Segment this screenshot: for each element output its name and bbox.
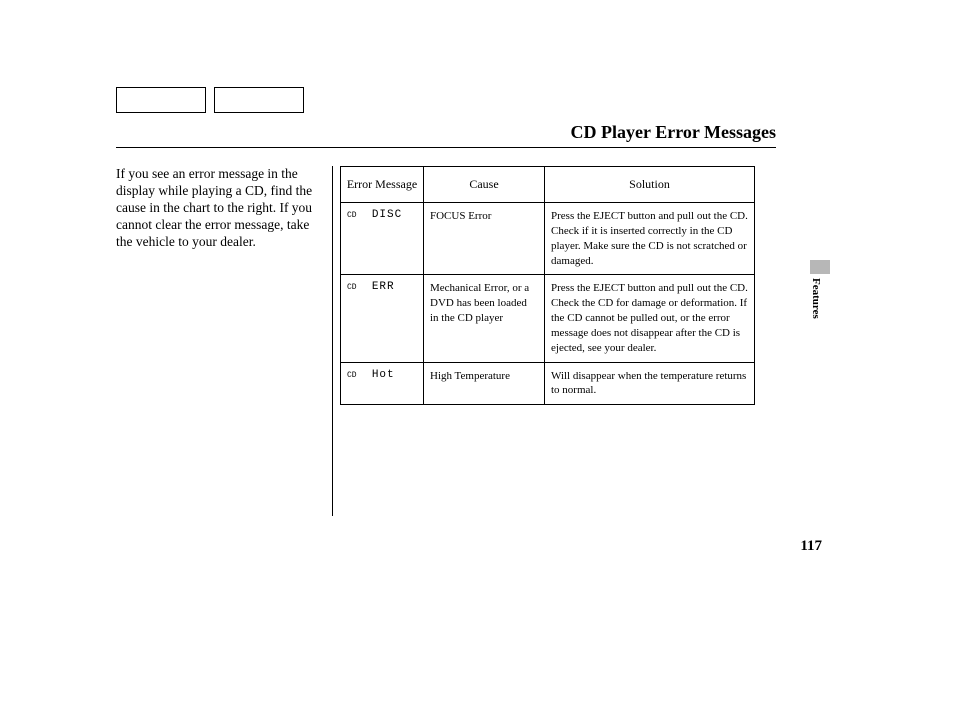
error-message-cell: CD Hot xyxy=(341,362,424,405)
table-header-row: Error Message Cause Solution xyxy=(341,167,755,203)
msg-prefix: CD xyxy=(347,371,357,380)
header-box xyxy=(214,87,304,113)
table-row: CD Hot High Temperature Will disappear w… xyxy=(341,362,755,405)
table-row: CD DISC FOCUS Error Press the EJECT butt… xyxy=(341,203,755,275)
column-divider xyxy=(332,166,333,516)
solution-cell: Press the EJECT button and pull out the … xyxy=(545,275,755,362)
intro-text: If you see an error message in the displ… xyxy=(116,166,322,250)
page-title: CD Player Error Messages xyxy=(571,122,776,142)
msg-prefix: CD xyxy=(347,211,357,220)
header-placeholder-boxes xyxy=(116,87,304,113)
cause-cell: FOCUS Error xyxy=(424,203,545,275)
msg-code: DISC xyxy=(372,209,402,221)
error-messages-table: Error Message Cause Solution CD DISC FOC… xyxy=(340,166,755,405)
section-label: Features xyxy=(810,278,822,319)
col-header-cause: Cause xyxy=(424,167,545,203)
thumb-tab xyxy=(810,260,830,274)
table-row: CD ERR Mechanical Error, or a DVD has be… xyxy=(341,275,755,362)
solution-cell: Will disappear when the temperature retu… xyxy=(545,362,755,405)
header-box xyxy=(116,87,206,113)
error-message-cell: CD DISC xyxy=(341,203,424,275)
title-row: CD Player Error Messages xyxy=(116,122,776,148)
error-message-cell: CD ERR xyxy=(341,275,424,362)
msg-prefix: CD xyxy=(347,283,357,292)
msg-code: Hot xyxy=(372,369,395,381)
msg-code: ERR xyxy=(372,281,395,293)
cause-cell: Mechanical Error, or a DVD has been load… xyxy=(424,275,545,362)
col-header-solution: Solution xyxy=(545,167,755,203)
col-header-message: Error Message xyxy=(341,167,424,203)
page-number: 117 xyxy=(800,538,822,555)
cause-cell: High Temperature xyxy=(424,362,545,405)
solution-cell: Press the EJECT button and pull out the … xyxy=(545,203,755,275)
